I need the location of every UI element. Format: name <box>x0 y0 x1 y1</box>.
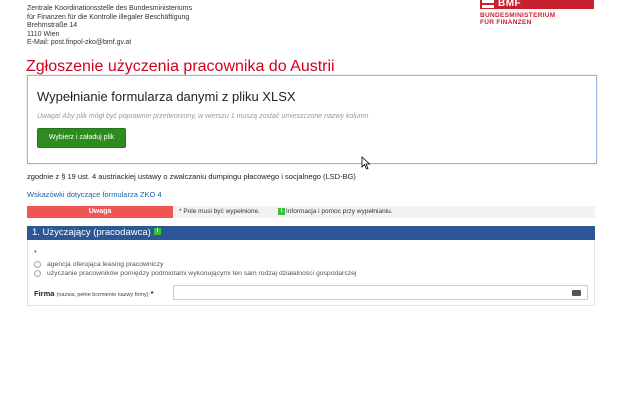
logo-brand: BMF <box>498 0 522 9</box>
address-line: Brehmstraße 14 <box>27 22 78 30</box>
section-title: 1. Użyczający (pracodawca) <box>32 227 151 238</box>
warning-legend: Uwaga <box>27 206 173 218</box>
radio-label: użyczanie pracowników pomiędzy podmiotam… <box>47 270 357 277</box>
mouse-cursor-icon <box>361 156 371 170</box>
firma-input[interactable] <box>173 285 588 300</box>
radio-label: agencja oferująca leasing pracowniczy <box>47 261 164 268</box>
firma-label: Firma (nazwa, pełne brzmienie nazwy firm… <box>34 289 154 298</box>
required-marker: * <box>179 208 182 215</box>
radio-button[interactable] <box>34 270 41 277</box>
ministry-address: Zentrale Koordinationsstelle des Bundesm… <box>27 5 192 48</box>
upload-warning: Uwaga! Aby plik mógł być poprawnie przet… <box>37 113 369 120</box>
legal-basis-text: zgodnie z § 19 ust. 4 austriackiej ustaw… <box>27 172 356 181</box>
choose-upload-file-button[interactable]: Wybierz i załaduj plik <box>37 128 126 148</box>
required-marker: * <box>34 250 37 257</box>
warning-label: Uwaga <box>88 208 112 215</box>
address-email: E-Mail: post.finpol-zko@bmf.gv.at <box>27 39 132 47</box>
info-icon: i <box>278 208 285 215</box>
austria-flag-icon <box>482 0 494 8</box>
required-legend-text: Pole musi być wypełnione. <box>183 208 260 215</box>
address-line: 1110 Wien <box>27 30 60 38</box>
legend-bar: Uwaga * Pole musi być wypełnione. i Info… <box>27 206 595 218</box>
upload-heading: Wypełnianie formularza danymi z pliku XL… <box>37 89 296 104</box>
logo-line2: FÜR FINANZEN <box>480 19 532 26</box>
info-legend-text: Informacja i pomoc przy wypełnianiu. <box>286 208 393 215</box>
firma-label-text: Firma <box>34 289 55 298</box>
logo-banner: BMF <box>480 0 594 9</box>
keyboard-icon[interactable] <box>572 290 581 296</box>
radio-button[interactable] <box>34 261 41 268</box>
section-employer-header: 1. Użyczający (pracodawca) i <box>27 226 595 240</box>
xlsx-upload-panel: Wypełnianie formularza danymi z pliku XL… <box>27 75 597 164</box>
required-legend: * Pole musi być wypełnione. <box>179 206 260 218</box>
page-title: Zgłoszenie użyczenia pracownika do Austr… <box>26 58 335 75</box>
form-hints-link[interactable]: Wskazówki dotyczące formularza ZKO 4 <box>27 190 162 199</box>
logo-line1: BUNDESMINISTERIUM <box>480 12 556 19</box>
section-employer-body: * agencja oferująca leasing pracowniczy … <box>27 240 595 306</box>
bmf-logo: BMF BUNDESMINISTERIUM FÜR FINANZEN <box>480 0 594 30</box>
firma-sublabel: (nazwa, pełne brzmienie nazwy firmy) <box>56 292 149 298</box>
address-line: für Finanzen für die Kontrolle illegaler… <box>27 13 190 21</box>
address-line: Zentrale Koordinationsstelle des Bundesm… <box>27 5 192 12</box>
section-info-icon[interactable]: i <box>154 228 161 235</box>
required-marker: * <box>150 289 154 298</box>
